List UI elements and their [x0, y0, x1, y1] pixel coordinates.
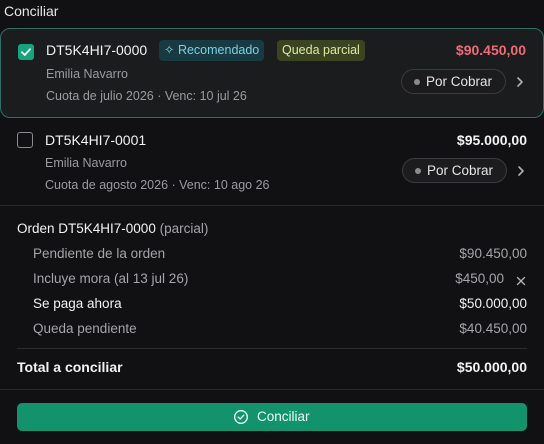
summary-row-late-fee: Incluye mora (al 13 jul 26) $450,00	[0, 271, 544, 291]
conciliar-button-label: Conciliar	[257, 409, 310, 424]
remove-fee-icon[interactable]	[515, 275, 527, 287]
status-dot-icon	[415, 168, 421, 174]
row-value: $50.000,00	[459, 296, 527, 311]
section-title: Conciliar	[4, 3, 59, 19]
client-name: Emilia Navarro	[46, 67, 128, 81]
checkbox-checked[interactable]	[18, 44, 34, 60]
order-code: DT5K4HI7-0001	[45, 132, 147, 148]
row-value: $90.450,00	[459, 246, 527, 261]
summary-order: Orden DT5K4HI7-0000	[17, 221, 156, 236]
status-pill[interactable]: Por Cobrar	[402, 158, 507, 183]
amount: $90.450,00	[455, 42, 526, 58]
chevron-right-icon[interactable]	[514, 76, 526, 88]
chevron-right-icon[interactable]	[515, 165, 527, 177]
row-label: Queda pendiente	[33, 321, 137, 336]
summary-row-pending: Pendiente de la orden $90.450,00	[0, 246, 544, 266]
summary-suffix: (parcial)	[159, 221, 209, 236]
status-label: Por Cobrar	[426, 74, 493, 89]
reconciliation-summary: Orden DT5K4HI7-0000 (parcial) Pendiente …	[0, 207, 544, 390]
row-value: $40.450,00	[459, 321, 527, 336]
installment-info: Cuota de julio 2026 · Venc: 10 jul 26	[46, 89, 247, 103]
order-code: DT5K4HI7-0000	[46, 42, 148, 58]
status-pill[interactable]: Por Cobrar	[401, 69, 506, 94]
recommended-badge: ✧ Recomendado	[159, 40, 265, 61]
status-label: Por Cobrar	[427, 163, 494, 178]
check-circle-icon	[233, 409, 249, 425]
partial-badge: Queda parcial	[277, 40, 365, 61]
client-name: Emilia Navarro	[45, 156, 127, 170]
summary-title: Orden DT5K4HI7-0000 (parcial)	[17, 221, 208, 236]
divider	[17, 348, 527, 349]
row-value: $450,00	[455, 271, 504, 286]
installment-card-1[interactable]: DT5K4HI7-0001 $95.000,00 Emilia Navarro …	[0, 120, 544, 206]
amount: $95.000,00	[456, 132, 527, 148]
row-label: Incluye mora (al 13 jul 26)	[33, 271, 189, 286]
conciliar-button[interactable]: Conciliar	[17, 403, 527, 431]
total-label: Total a conciliar	[17, 359, 123, 375]
summary-row-paying-now: Se paga ahora $50.000,00	[0, 296, 544, 316]
status-dot-icon	[414, 79, 420, 85]
row-label: Se paga ahora	[33, 296, 122, 311]
row-label: Pendiente de la orden	[33, 246, 166, 261]
installment-info: Cuota de agosto 2026 · Venc: 10 ago 26	[45, 178, 270, 192]
total-value: $50.000,00	[456, 359, 527, 375]
installment-card-0[interactable]: DT5K4HI7-0000 ✧ Recomendado Queda parcia…	[0, 28, 544, 118]
checkbox-unchecked[interactable]	[17, 132, 33, 148]
summary-row-remaining: Queda pendiente $40.450,00	[0, 321, 544, 341]
